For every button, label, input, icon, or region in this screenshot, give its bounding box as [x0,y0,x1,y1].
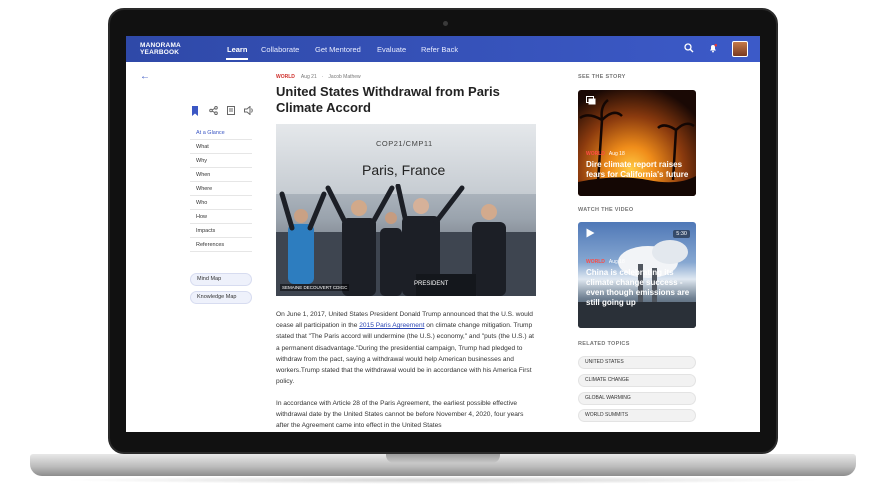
laptop-shadow [60,476,826,484]
top-navbar: MANORAMA YEARBOOK Learn Collaborate Get … [126,36,760,62]
topic-pill-global-warming[interactable]: GLOBAL WARMING [578,392,696,405]
hero-caption: COP21/CMP11 [376,139,433,148]
article-paragraph-1: On June 1, 2017, United States President… [276,311,534,386]
toc-item-when[interactable]: When [190,168,252,182]
meta-separator: · [321,74,324,80]
laptop-notch [386,454,500,463]
search-icon[interactable] [683,43,695,55]
nav-active-indicator [226,58,248,60]
article-author[interactable]: Jacob Mathew [328,74,360,80]
hero-location: Paris, France [362,162,446,178]
article-meta: WORLD Aug 21 · Jacob Mathew [276,74,361,80]
back-arrow-icon[interactable]: ← [140,71,150,82]
laptop-base [30,454,856,476]
article-tools [190,105,254,116]
hero-podium-text: PRESIDENT [414,281,449,287]
toc-item-where[interactable]: Where [190,182,252,196]
toc-item-what[interactable]: What [190,140,252,154]
mind-map-button[interactable]: Mind Map [190,273,252,286]
article-date: Aug 21 [300,74,317,80]
nav-refer-back[interactable]: Refer Back [421,45,458,54]
toc-item-why[interactable]: Why [190,154,252,168]
article-category[interactable]: WORLD [276,74,295,80]
toc-item-how[interactable]: How [190,210,252,224]
story-card-meta: WORLD Aug 18 [586,151,625,157]
brand-logo[interactable]: MANORAMA YEARBOOK [140,42,181,56]
share-icon[interactable] [208,106,218,116]
audio-icon[interactable] [244,105,254,116]
knowledge-map-button[interactable]: Knowledge Map [190,291,252,304]
story-card[interactable]: WORLD Aug 18 Dire climate report raises f… [578,90,696,196]
video-card-meta: WORLD Aug 18 [586,259,625,265]
see-the-story-label: SEE THE STORY [578,74,626,80]
toc-item-at-a-glance[interactable]: At a Glance [190,126,252,140]
camera-dot [443,21,448,26]
hero-stamp-text: SEMAINE DECOUVERT CDIGC [280,284,350,291]
toc-item-references[interactable]: References [190,238,252,252]
nav-learn[interactable]: Learn [227,45,247,54]
nav-evaluate[interactable]: Evaluate [377,45,406,54]
article-title: United States Withdrawal from Paris Clim… [276,84,500,115]
play-icon[interactable] [586,228,595,240]
notes-icon[interactable] [226,106,236,116]
hero-people-illustration [276,184,536,296]
bookmark-icon[interactable] [190,106,200,116]
toc-item-who[interactable]: Who [190,196,252,210]
article-hero-image: COP21/CMP11 Paris, France SEMAINE DECOUV… [276,124,536,296]
nav-get-mentored[interactable]: Get Mentored [315,45,361,54]
avatar[interactable] [732,41,748,57]
video-duration: 5:30 [673,230,690,238]
app-screen: MANORAMA YEARBOOK Learn Collaborate Get … [126,36,760,432]
video-card[interactable]: 5:30 WORLD Aug 18 China is celebrating it… [578,222,696,328]
toc-item-impacts[interactable]: Impacts [190,224,252,238]
paris-agreement-link[interactable]: 2015 Paris Agreement [359,322,424,329]
article-paragraph-2: In accordance with Article 28 of the Par… [276,400,524,430]
bell-icon[interactable] [707,43,719,55]
gallery-icon [586,96,596,107]
nav-collaborate[interactable]: Collaborate [261,45,299,54]
table-of-contents: At a Glance What Why When Where Who How … [190,126,252,252]
topic-pill-climate-change[interactable]: CLIMATE CHANGE [578,374,696,387]
topic-pill-united-states[interactable]: UNITED STATES [578,356,696,369]
topic-pill-world-summits[interactable]: WORLD SUMMITS [578,409,696,422]
video-card-title: China is celebrating its climate change … [586,268,690,307]
related-topics-label: RELATED TOPICS [578,341,630,347]
watch-the-video-label: WATCH THE VIDEO [578,207,634,213]
story-card-title: Dire climate report raises fears for Cal… [586,160,689,179]
